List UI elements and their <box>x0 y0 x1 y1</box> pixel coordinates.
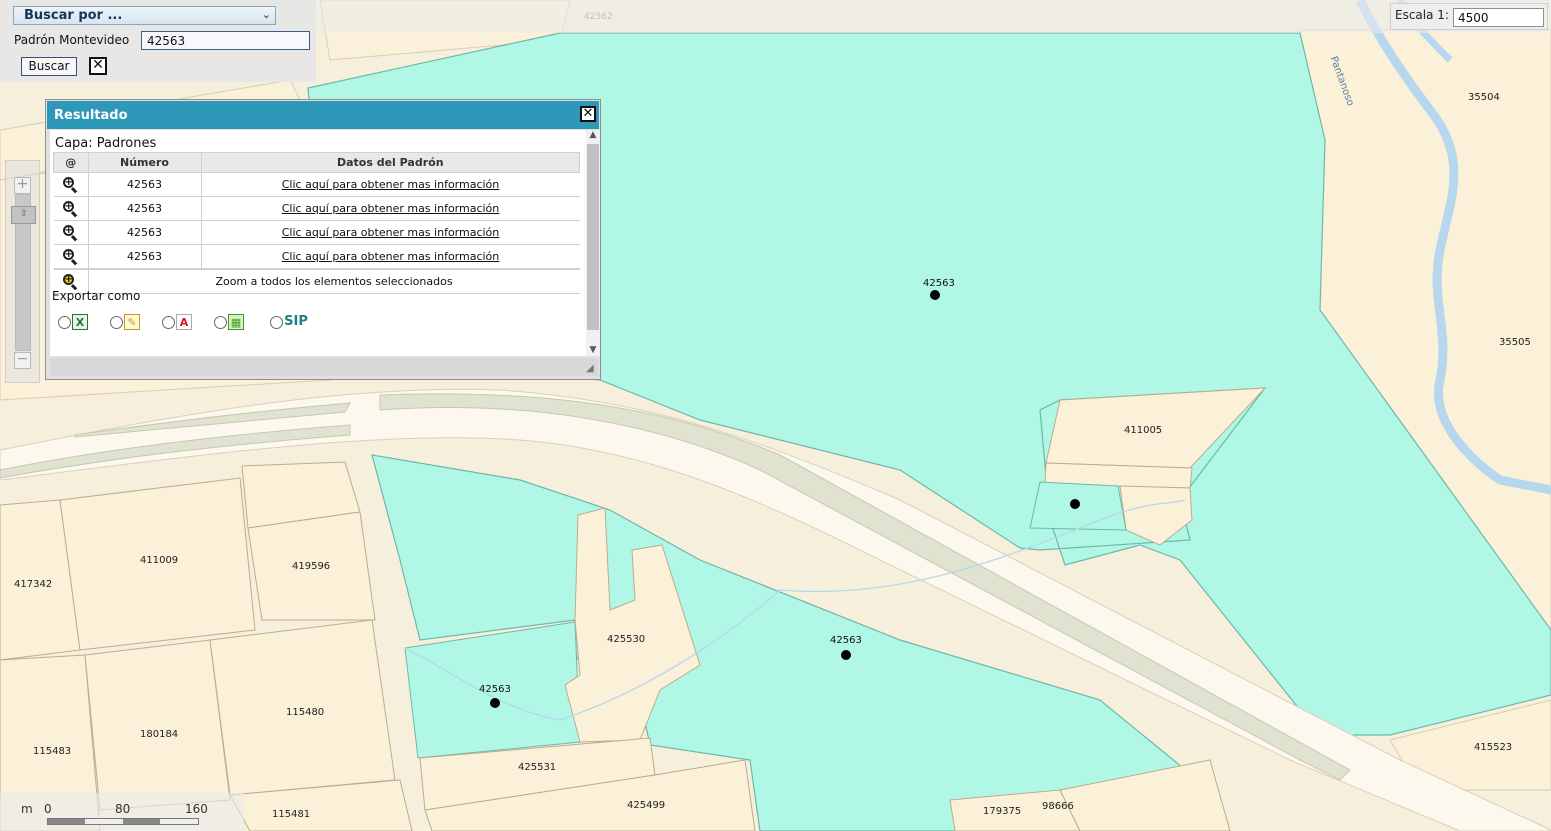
zoom-all-label[interactable]: Zoom a todos los elementos seleccionados <box>88 268 580 294</box>
scale-bar-tick: 80 <box>115 802 131 816</box>
parcel-label: 425530 <box>607 634 646 645</box>
parcel-label: 35504 <box>1468 92 1500 103</box>
scale-bar-graphic <box>47 818 199 825</box>
zoom-to-element-button[interactable]: + <box>53 172 89 197</box>
search-type-select[interactable]: Buscar por ... ⌄ <box>13 6 276 25</box>
text-edit-icon: ✎ <box>124 314 140 330</box>
zoom-in-icon: + <box>62 176 79 193</box>
clear-search-icon[interactable]: ✕ <box>89 57 107 75</box>
scale-input[interactable]: 4500 <box>1453 8 1544 27</box>
highlight-label: 42563 <box>479 684 511 695</box>
export-radio[interactable] <box>270 316 283 329</box>
export-radio[interactable] <box>110 316 123 329</box>
zoom-in-button[interactable]: + <box>14 177 31 194</box>
resize-grip-icon[interactable]: ◢ <box>586 364 596 374</box>
spreadsheet-icon: ▦ <box>228 314 244 330</box>
marker-dot[interactable] <box>841 650 851 660</box>
table-row: + 42563 Clic aquí para obtener mas infor… <box>53 196 580 221</box>
zoom-in-icon: + <box>62 200 79 217</box>
table-row: + 42563 Clic aquí para obtener mas infor… <box>53 172 580 197</box>
table-row: + 42563 Clic aquí para obtener mas infor… <box>53 220 580 245</box>
parcel-label: 425531 <box>518 762 557 773</box>
padron-field-label: Padrón Montevideo <box>14 33 130 47</box>
scroll-down-icon[interactable]: ▼ <box>586 345 600 355</box>
scale-bar-unit: m <box>21 802 33 816</box>
search-type-select-value: Buscar por ... <box>24 8 123 23</box>
zoom-to-element-button[interactable]: + <box>53 220 89 245</box>
buscar-button[interactable]: Buscar <box>21 57 77 76</box>
scale-bar-tick: 0 <box>44 802 52 816</box>
column-header: Número <box>87 152 202 173</box>
parcel-label: 115480 <box>286 707 325 718</box>
zoom-in-icon: + <box>62 224 79 241</box>
parcel-label: 179375 <box>983 806 1022 817</box>
numero-cell: 42563 <box>88 244 202 270</box>
numero-cell: 42563 <box>88 172 202 197</box>
parcel-label: 115483 <box>33 746 72 757</box>
info-link[interactable]: Clic aquí para obtener mas información <box>201 196 580 221</box>
result-titlebar[interactable]: Resultado ✕ <box>47 101 599 129</box>
zoom-slider-handle[interactable]: ⇕ <box>11 206 36 224</box>
numero-cell: 42563 <box>88 196 202 221</box>
numero-cell: 42563 <box>88 220 202 245</box>
result-footer: ◢ <box>50 358 598 376</box>
parcel-label: 415523 <box>1474 742 1513 753</box>
parcel-label: 419596 <box>292 561 331 572</box>
zoom-to-element-button[interactable]: + <box>53 196 89 221</box>
parcel-label: 411005 <box>1124 425 1163 436</box>
pdf-icon: A <box>176 314 192 330</box>
parcel-label: 98666 <box>1042 801 1074 812</box>
scroll-thumb[interactable] <box>587 144 599 330</box>
marker-dot[interactable] <box>490 698 500 708</box>
parcel-label: 35505 <box>1499 337 1531 348</box>
scale-label: Escala 1: <box>1395 8 1449 22</box>
result-title: Resultado <box>54 108 128 123</box>
export-radio[interactable] <box>58 316 71 329</box>
scale-bar: m 0 80 160 <box>0 793 244 831</box>
parcel-label: 115481 <box>272 809 311 820</box>
zoom-out-button[interactable]: − <box>14 352 31 369</box>
result-table: @ Número Datos del Padrón + 42563 Clic a… <box>53 152 580 294</box>
padron-input[interactable]: 42563 <box>141 31 310 50</box>
search-panel: Buscar por ... ⌄ Padrón Montevideo 42563… <box>0 0 316 82</box>
parcel-label: 425499 <box>627 800 666 811</box>
marker-dot[interactable] <box>1070 499 1080 509</box>
capa-label: Capa: Padrones <box>55 136 157 151</box>
result-window: Resultado ✕ Capa: Padrones @ Número Dato… <box>45 99 601 380</box>
result-scrollbar[interactable]: ▲ ▼ <box>586 130 600 356</box>
table-row: + 42563 Clic aquí para obtener mas infor… <box>53 244 580 270</box>
parcel-label: 411009 <box>140 555 179 566</box>
result-body: Capa: Padrones @ Número Datos del Padrón… <box>50 130 600 356</box>
export-radio[interactable] <box>214 316 227 329</box>
zoom-all-icon: + <box>62 273 79 290</box>
scale-control: Escala 1: 4500 <box>1390 3 1548 30</box>
export-radio[interactable] <box>162 316 175 329</box>
scale-bar-tick: 160 <box>185 802 208 816</box>
highlight-label: 42563 <box>830 635 862 646</box>
info-link[interactable]: Clic aquí para obtener mas información <box>201 244 580 270</box>
close-icon[interactable]: ✕ <box>580 106 596 122</box>
zoom-to-element-button[interactable]: + <box>53 244 89 270</box>
sip-logo-icon: SIP <box>284 314 308 329</box>
column-header: Datos del Padrón <box>200 152 580 173</box>
info-link[interactable]: Clic aquí para obtener mas información <box>201 172 580 197</box>
highlight-label: 42563 <box>923 278 955 289</box>
parcel-label: 417342 <box>14 579 53 590</box>
marker-dot[interactable] <box>930 290 940 300</box>
parcel-label: 180184 <box>140 729 179 740</box>
chevron-down-icon: ⌄ <box>261 8 271 21</box>
export-label: Exportar como <box>52 289 141 303</box>
info-link[interactable]: Clic aquí para obtener mas información <box>201 220 580 245</box>
column-header: @ <box>53 152 89 173</box>
zoom-bar: + ⇕ − <box>5 160 40 383</box>
scroll-up-icon[interactable]: ▲ <box>586 130 600 140</box>
excel-icon: X <box>72 314 88 330</box>
zoom-in-icon: + <box>62 248 79 265</box>
